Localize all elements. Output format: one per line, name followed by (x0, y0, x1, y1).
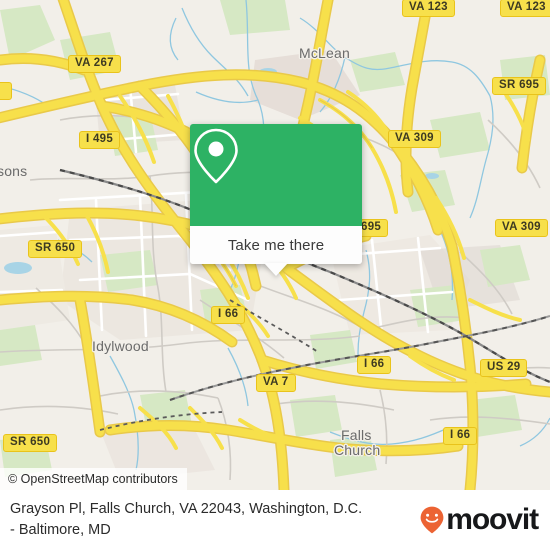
highway-shield-va7[interactable]: VA 7 (256, 374, 296, 392)
address-caption: Grayson Pl, Falls Church, VA 22043, Wash… (10, 499, 415, 541)
highway-shield-i66-a[interactable]: I 66 (211, 306, 246, 324)
popup-card-header (190, 124, 362, 226)
highway-shield-us29[interactable]: US 29 (480, 359, 528, 377)
highway-shield-va309-a[interactable]: VA 309 (388, 130, 441, 148)
screenshot-root: McLean sons Idylwood Falls Church VA 123… (0, 0, 550, 550)
address-line-2: - Baltimore, MD (10, 522, 111, 538)
popup-pointer-tail (264, 263, 288, 276)
highway-shield-va123-b[interactable]: VA 123 (500, 0, 550, 17)
take-me-there-label: Take me there (227, 236, 325, 254)
highway-shield-va309-b[interactable]: VA 309 (495, 219, 548, 237)
footer-bar: Grayson Pl, Falls Church, VA 22043, Wash… (0, 490, 550, 550)
moovit-wordmark: moovit (446, 503, 539, 536)
highway-shield-sr650-b[interactable]: SR 650 (3, 434, 58, 452)
highway-shield-i66-b[interactable]: I 66 (357, 356, 392, 374)
highway-shield-sr650-a[interactable]: SR 650 (28, 240, 83, 258)
map-canvas[interactable]: McLean sons Idylwood Falls Church VA 123… (0, 0, 550, 490)
highway-shield-edge-left[interactable] (0, 82, 12, 100)
popup-card-footer[interactable]: Take me there (190, 226, 362, 276)
address-line-1: Grayson Pl, Falls Church, VA 22043, Wash… (10, 501, 363, 517)
highway-shield-i66-c[interactable]: I 66 (443, 427, 478, 445)
highway-shield-sr695[interactable]: SR 695 (492, 77, 547, 95)
osm-attribution[interactable]: © OpenStreetMap contributors (0, 468, 187, 490)
highway-shield-va123-a[interactable]: VA 123 (402, 0, 455, 17)
highway-shield-va267[interactable]: VA 267 (68, 55, 121, 73)
moovit-logo[interactable]: moovit (420, 503, 539, 536)
moovit-pin-icon (420, 506, 444, 534)
destination-popup-card[interactable]: Take me there (190, 124, 362, 276)
highway-shield-i495[interactable]: I 495 (79, 131, 121, 149)
map-pin-icon (194, 128, 238, 184)
